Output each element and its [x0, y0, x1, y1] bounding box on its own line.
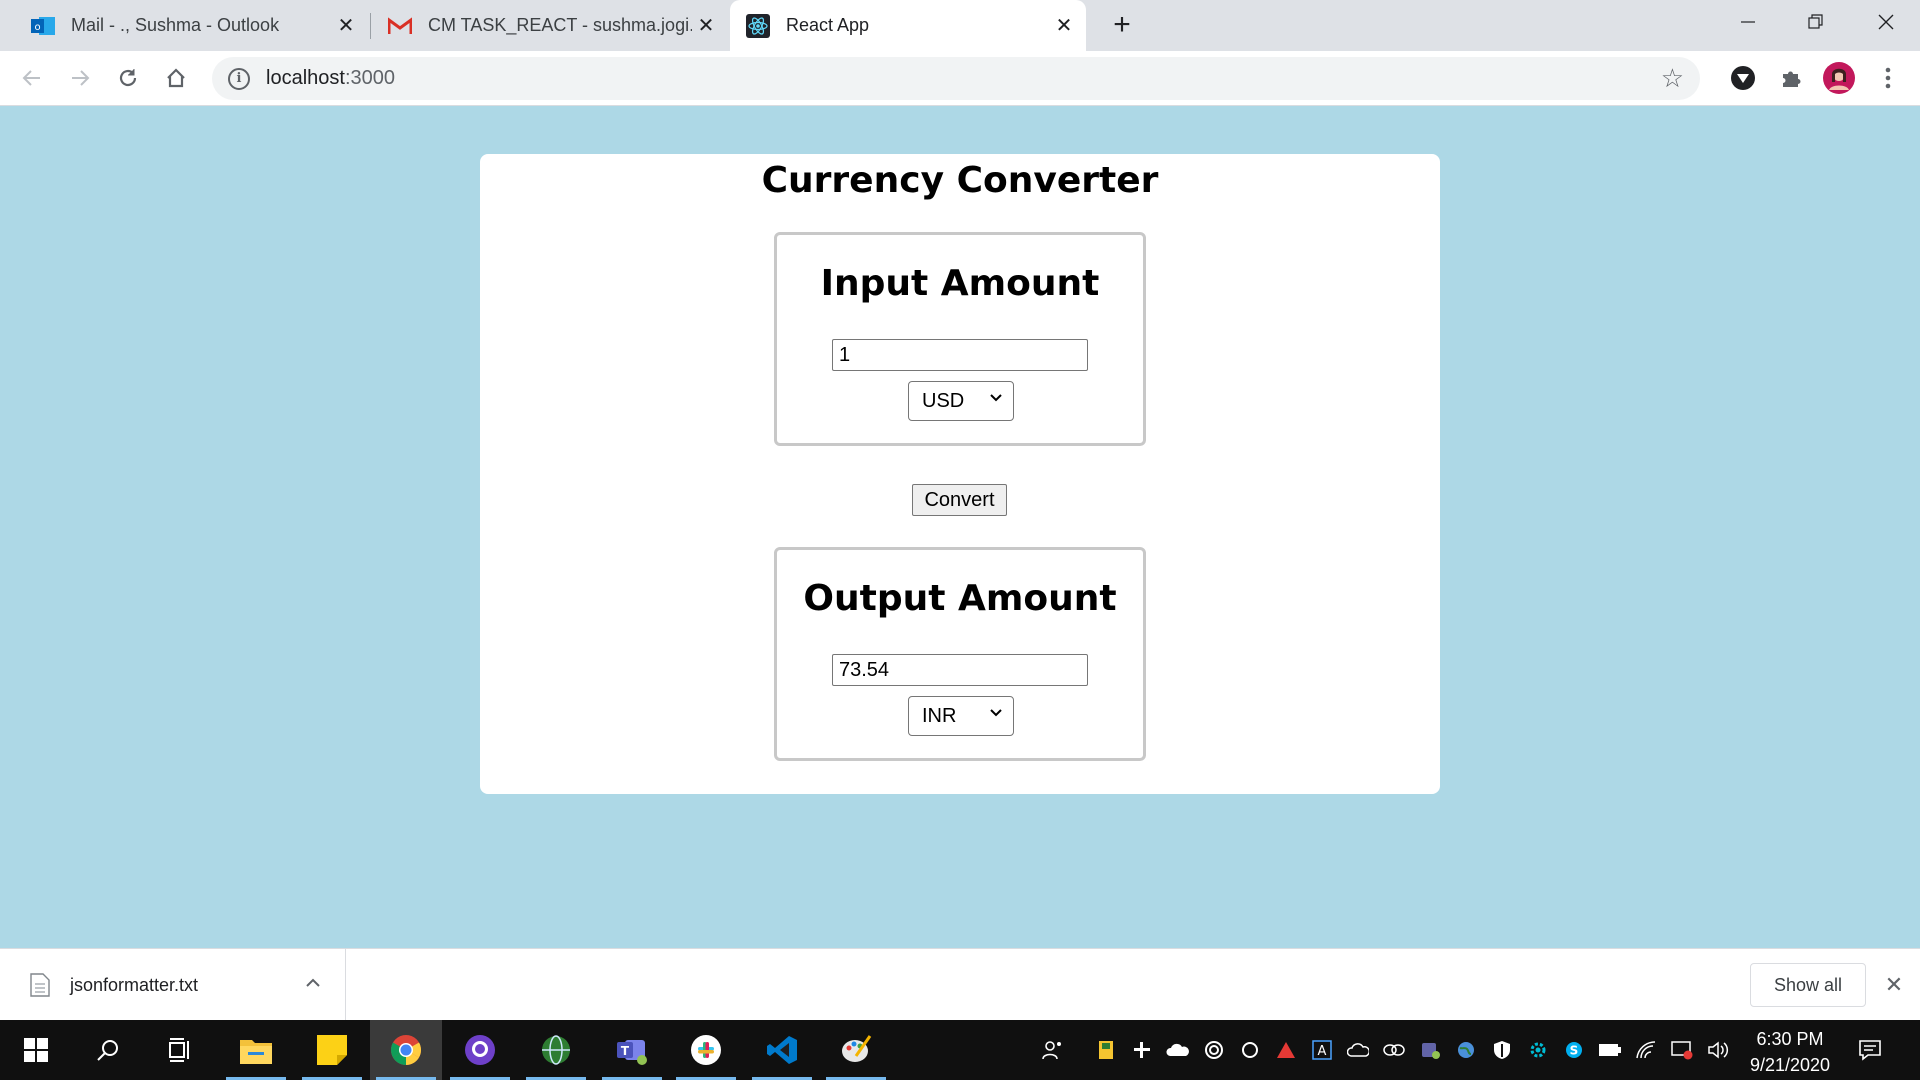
restore-icon[interactable] — [1782, 0, 1850, 44]
output-amount-field[interactable] — [832, 654, 1088, 686]
close-icon[interactable]: ✕ — [692, 12, 720, 40]
settings-gear-icon[interactable] — [1526, 1038, 1550, 1062]
show-all-button[interactable]: Show all — [1750, 963, 1866, 1007]
download-file-name: jsonformatter.txt — [70, 974, 199, 995]
converter-card: Currency Converter Input Amount USD Conv… — [480, 154, 1440, 794]
taskbar-clock[interactable]: 6:30 PM 9/21/2020 — [1730, 1026, 1850, 1078]
chevron-down-icon — [990, 394, 1002, 402]
tab-title: CM TASK_REACT - sushma.jogi.1/ — [428, 15, 692, 35]
close-icon[interactable]: ✕ — [1050, 12, 1078, 40]
tray-circle-icon[interactable] — [1238, 1038, 1262, 1062]
tray-spiral-icon[interactable] — [1202, 1038, 1226, 1062]
file-explorer-icon[interactable] — [220, 1020, 292, 1080]
svg-text:T: T — [621, 1044, 630, 1058]
close-window-icon[interactable] — [1852, 0, 1920, 44]
tab-strip: o Mail - ., Sushma - Outlook ✕ CM TASK_R… — [0, 0, 1920, 51]
tray-app-icon[interactable] — [1094, 1038, 1118, 1062]
selected-currency: INR — [922, 704, 957, 727]
chrome-icon[interactable] — [370, 1020, 442, 1080]
windows-start-icon[interactable] — [0, 1020, 72, 1080]
outlook-icon: o — [31, 14, 55, 38]
tab-separator — [370, 13, 371, 39]
vscode-icon[interactable] — [746, 1020, 818, 1080]
teams-tray-icon[interactable] — [1418, 1038, 1442, 1062]
chevron-down-icon — [990, 709, 1002, 717]
download-shelf: jsonformatter.txt Show all ✕ — [0, 948, 1920, 1021]
site-info-icon[interactable]: i — [228, 67, 250, 90]
tab-title: React App — [786, 15, 870, 35]
svg-text:A: A — [1318, 1044, 1327, 1059]
svg-text:o: o — [34, 22, 40, 33]
react-icon — [746, 13, 770, 38]
clock-time: 6:30 PM — [1756, 1029, 1824, 1049]
display-alert-icon[interactable] — [1670, 1038, 1694, 1062]
tab-title: Mail - ., Sushma - Outlook — [71, 15, 280, 35]
output-heading: Output Amount — [803, 578, 1117, 619]
address-bar[interactable]: i localhost:3000 ☆ — [212, 57, 1700, 100]
wifi-icon[interactable] — [1634, 1038, 1658, 1062]
people-icon[interactable] — [1040, 1038, 1064, 1062]
search-icon[interactable] — [72, 1020, 144, 1080]
windows-taskbar: T A S 6:30 PM 9/21/2020 — [0, 1020, 1920, 1080]
menu-dots-icon[interactable] — [1872, 62, 1904, 94]
download-item[interactable]: jsonformatter.txt — [0, 949, 346, 1021]
cloud-sync-icon[interactable] — [1346, 1038, 1370, 1062]
file-icon — [30, 973, 50, 997]
tab-react-app[interactable]: React App ✕ — [730, 0, 1086, 51]
output-panel: Output Amount INR — [774, 547, 1146, 761]
battery-icon[interactable] — [1598, 1038, 1622, 1062]
antivirus-icon[interactable] — [1274, 1038, 1298, 1062]
convert-button[interactable]: Convert — [912, 484, 1007, 516]
sticky-notes-icon[interactable] — [296, 1020, 368, 1080]
font-tray-icon[interactable]: A — [1310, 1038, 1334, 1062]
security-shield-icon[interactable] — [1490, 1038, 1514, 1062]
slack-tray-icon[interactable] — [1130, 1038, 1154, 1062]
reload-icon[interactable] — [110, 60, 146, 96]
chevron-up-icon[interactable] — [303, 973, 323, 993]
link-tray-icon[interactable] — [1382, 1038, 1406, 1062]
page-title: Currency Converter — [761, 160, 1159, 201]
bookmark-star-icon[interactable]: ☆ — [1661, 65, 1684, 91]
tab-gmail[interactable]: CM TASK_REACT - sushma.jogi.1/ ✕ — [372, 0, 728, 51]
volume-icon[interactable] — [1706, 1038, 1730, 1062]
skype-icon[interactable]: S — [1562, 1038, 1586, 1062]
input-currency-select[interactable]: USD — [908, 381, 1014, 421]
slack-icon[interactable] — [670, 1020, 742, 1080]
globe-icon[interactable] — [520, 1020, 592, 1080]
gmail-icon — [388, 14, 412, 38]
extensions-puzzle-icon[interactable] — [1775, 62, 1807, 94]
notifications-icon[interactable] — [1858, 1038, 1882, 1062]
extension-shield-icon[interactable] — [1727, 62, 1759, 94]
task-view-icon[interactable] — [144, 1020, 216, 1080]
selected-currency: USD — [922, 389, 965, 412]
tab-outlook[interactable]: o Mail - ., Sushma - Outlook ✕ — [0, 0, 368, 51]
input-amount-field[interactable] — [832, 339, 1088, 371]
input-heading: Input Amount — [820, 263, 1100, 304]
input-panel: Input Amount USD — [774, 232, 1146, 446]
github-desktop-icon[interactable] — [444, 1020, 516, 1080]
close-icon[interactable]: ✕ — [332, 12, 360, 40]
home-icon[interactable] — [158, 60, 194, 96]
forward-icon[interactable] — [62, 60, 98, 96]
close-icon[interactable]: ✕ — [1880, 971, 1908, 999]
svg-text:S: S — [1570, 1044, 1579, 1058]
browser-toolbar: i localhost:3000 ☆ — [0, 51, 1920, 106]
new-tab-button[interactable]: + — [1106, 8, 1138, 42]
address-url: localhost:3000 — [266, 67, 395, 89]
minimize-icon[interactable] — [1714, 0, 1782, 44]
back-icon[interactable] — [14, 60, 50, 96]
profile-avatar[interactable] — [1823, 62, 1855, 94]
clock-date: 9/21/2020 — [1749, 1055, 1831, 1075]
onedrive-icon[interactable] — [1166, 1038, 1190, 1062]
teams-icon[interactable]: T — [596, 1020, 668, 1080]
globe-tray-icon[interactable] — [1454, 1038, 1478, 1062]
output-currency-select[interactable]: INR — [908, 696, 1014, 736]
paint-icon[interactable] — [820, 1020, 892, 1080]
